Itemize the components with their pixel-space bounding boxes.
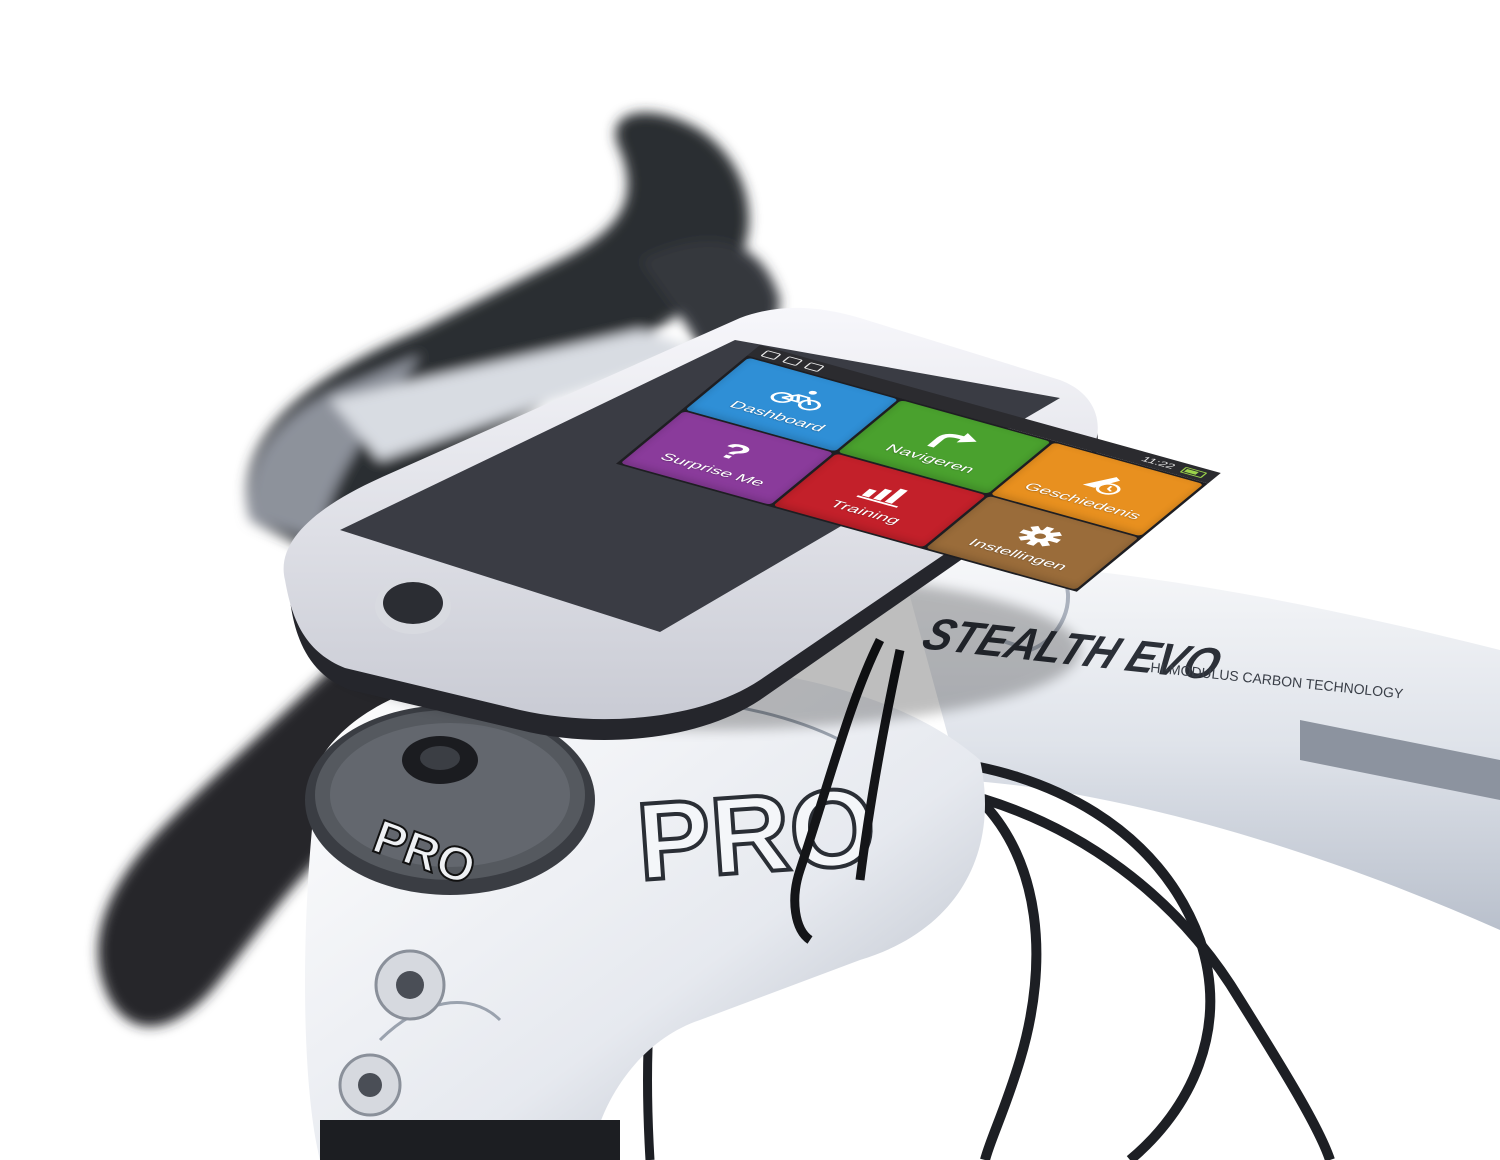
heart-icon [781,356,804,367]
gps-signal-icon [760,350,782,361]
home-button[interactable] [375,578,451,634]
bluetooth-icon [803,362,825,373]
bike-photo-scene: STEALTH EVO HI-MODULUS CARBON TECHNOLOGY… [98,112,1500,1160]
stem-bolt-lower [338,1053,402,1117]
stem-brand-text: PRO [633,765,879,904]
svg-text:?: ? [710,437,760,465]
stem-bolt-upper [374,949,446,1021]
